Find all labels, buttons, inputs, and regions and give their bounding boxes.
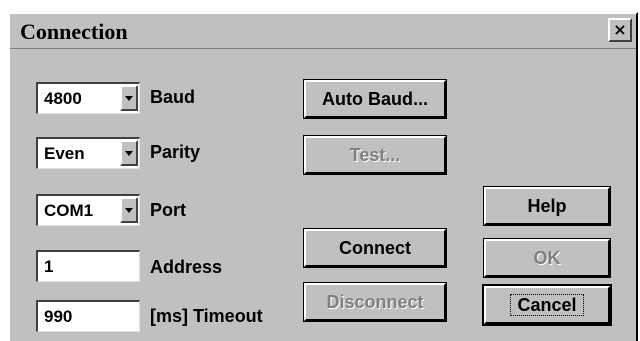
baud-label: Baud [150,87,195,107]
timeout-value: 990 [44,307,73,326]
port-dropdown-button[interactable] [120,197,138,223]
baud-value: 4800 [44,89,82,108]
help-button[interactable]: Help [483,186,611,226]
ok-button[interactable]: OK [483,238,611,278]
address-value: 1 [44,257,54,276]
address-label: Address [150,257,223,277]
timeout-field[interactable]: 990 [36,300,140,332]
title-bar: Connection × [10,14,636,49]
connection-dialog: Connection × 4800 Baud Even Parity COM1 … [8,12,638,341]
chevron-down-icon [125,95,133,101]
parity-value: Even [44,144,85,163]
parity-dropdown-button[interactable] [120,140,138,166]
chevron-down-icon [125,150,133,156]
baud-select[interactable]: 4800 [36,82,140,114]
baud-dropdown-button[interactable] [120,85,138,111]
port-select[interactable]: COM1 [36,194,140,226]
parity-label: Parity [150,142,201,162]
close-button[interactable]: × [608,18,632,42]
close-icon: × [613,20,627,39]
window-title: Connection [20,19,128,44]
chevron-down-icon [125,207,133,213]
cancel-button[interactable]: Cancel [482,284,612,326]
disconnect-button[interactable]: Disconnect [303,282,447,322]
cancel-label: Cancel [510,294,584,316]
connect-button[interactable]: Connect [303,228,447,268]
address-field[interactable]: 1 [36,250,140,282]
timeout-label: [ms] Timeout [150,306,263,326]
port-value: COM1 [44,201,94,220]
test-button[interactable]: Test... [303,135,447,175]
auto-baud-button[interactable]: Auto Baud... [303,79,447,119]
port-label: Port [150,200,186,220]
parity-select[interactable]: Even [36,137,140,169]
